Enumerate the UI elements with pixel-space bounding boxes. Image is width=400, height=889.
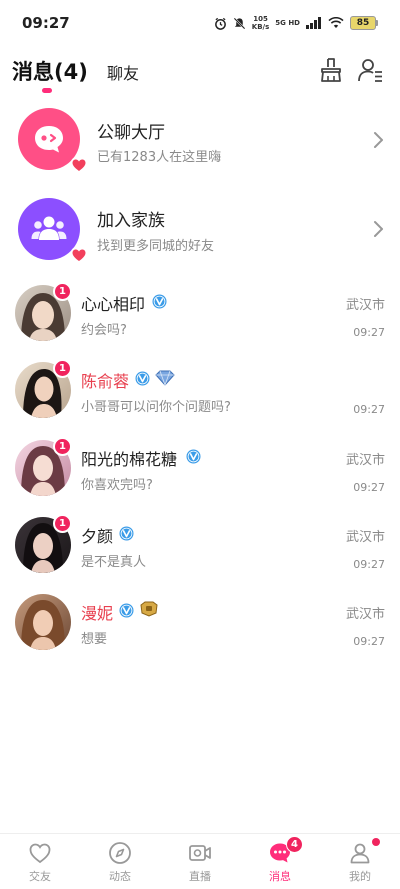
conversation-row[interactable]: 1 夕颜 是不是真人 武汉市 09:27 [0,512,400,582]
chevron-right-icon [374,221,383,237]
bottom-nav: 交友 动态 直播 4 消息 我的 [0,833,400,889]
clean-broom-icon[interactable] [317,56,345,84]
last-message: 想要 [81,632,108,647]
network-type: 5G HD [275,19,300,27]
nav-label: 动态 [109,870,131,883]
contact-name: 阳光的棉花糖 [81,450,178,469]
signal-icon [306,17,321,29]
contact-city: 武汉市 [345,607,385,622]
contact-city: 武汉市 [345,298,385,313]
tab-chat-friends[interactable]: 聊友 [107,60,139,84]
nav-label: 我的 [349,870,371,883]
message-time: 09:27 [353,403,385,416]
unread-badge: 1 [53,282,72,301]
unread-badge: 1 [53,437,72,456]
conversation-row[interactable]: 1 阳光的棉花糖 你喜欢完吗? 武汉市 09:27 [0,435,400,505]
header: 消息(4) 聊友 [0,50,400,96]
heart-icon [70,246,88,264]
message-time: 09:27 [353,558,385,571]
nav-item-moments[interactable]: 动态 [80,834,160,889]
net-speed: 105 KB/s [251,15,270,31]
last-message: 你喜欢完吗? [81,478,153,493]
nav-item-messages[interactable]: 4 消息 [240,834,320,889]
tab-messages[interactable]: 消息(4) [12,56,88,86]
verified-icon [135,371,150,386]
unread-badge: 1 [53,514,72,533]
status-bar: 09:27 105 KB/s 5G HD 85 [0,0,400,46]
join-family-title: 加入家族 [97,211,165,231]
rank-diamond-icon [155,370,175,386]
verified-icon [186,449,201,464]
verified-icon [119,603,134,618]
heart-icon [70,156,88,174]
person-icon [350,843,370,864]
mute-icon [233,17,246,29]
contact-name: 夕颜 [81,527,114,546]
nav-label: 交友 [29,870,51,883]
status-icons: 105 KB/s 5G HD 85 [214,15,378,31]
last-message: 约会吗? [81,323,127,338]
message-time: 09:27 [353,326,385,339]
rank-gold-icon [140,601,158,617]
wifi-icon [328,17,344,28]
nav-label: 直播 [189,870,211,883]
video-icon [189,845,211,861]
nav-item-live[interactable]: 直播 [160,834,240,889]
battery-icon: 85 [350,16,378,30]
status-time: 09:27 [22,14,70,32]
messages-count-badge: 4 [286,836,303,853]
contact-name: 心心相印 [81,295,146,314]
public-chat-row[interactable]: 公聊大厅 已有1283人在这里嗨 [0,104,400,184]
contact-name: 陈俞蓉 [81,372,130,391]
alarm-icon [214,17,226,30]
public-chat-title: 公聊大厅 [97,123,165,143]
contact-city: 武汉市 [345,453,385,468]
last-message: 是不是真人 [81,555,147,570]
heart-icon [29,843,51,864]
verified-icon [152,294,167,309]
notification-dot [372,838,380,846]
join-family-subtitle: 找到更多同城的好友 [97,239,215,254]
public-chat-subtitle: 已有1283人在这里嗨 [97,150,222,165]
conversation-row[interactable]: 漫妮 想要 武汉市 09:27 [0,589,400,659]
contact-city: 武汉市 [345,530,385,545]
nav-label: 消息 [269,870,291,883]
contact-name: 漫妮 [81,604,114,623]
join-family-row[interactable]: 加入家族 找到更多同城的好友 [0,194,400,274]
message-time: 09:27 [353,635,385,648]
unread-badge: 1 [53,359,72,378]
conversation-row[interactable]: 1 陈俞蓉 小哥哥可以问你个问题吗? 09:27 [0,357,400,427]
nav-item-profile[interactable]: 我的 [320,834,400,889]
group-people-icon [31,216,67,240]
avatar [15,594,71,650]
active-tab-indicator [42,88,52,93]
chevron-right-icon [374,132,383,148]
chat-bubble-icon [35,126,63,153]
last-message: 小哥哥可以问你个问题吗? [81,400,231,415]
conversation-row[interactable]: 1 心心相印 约会吗? 武汉市 09:27 [0,280,400,350]
verified-icon [119,526,134,541]
message-time: 09:27 [353,481,385,494]
nav-item-make-friends[interactable]: 交友 [0,834,80,889]
contacts-list-icon[interactable] [356,56,384,84]
compass-icon [109,842,131,864]
